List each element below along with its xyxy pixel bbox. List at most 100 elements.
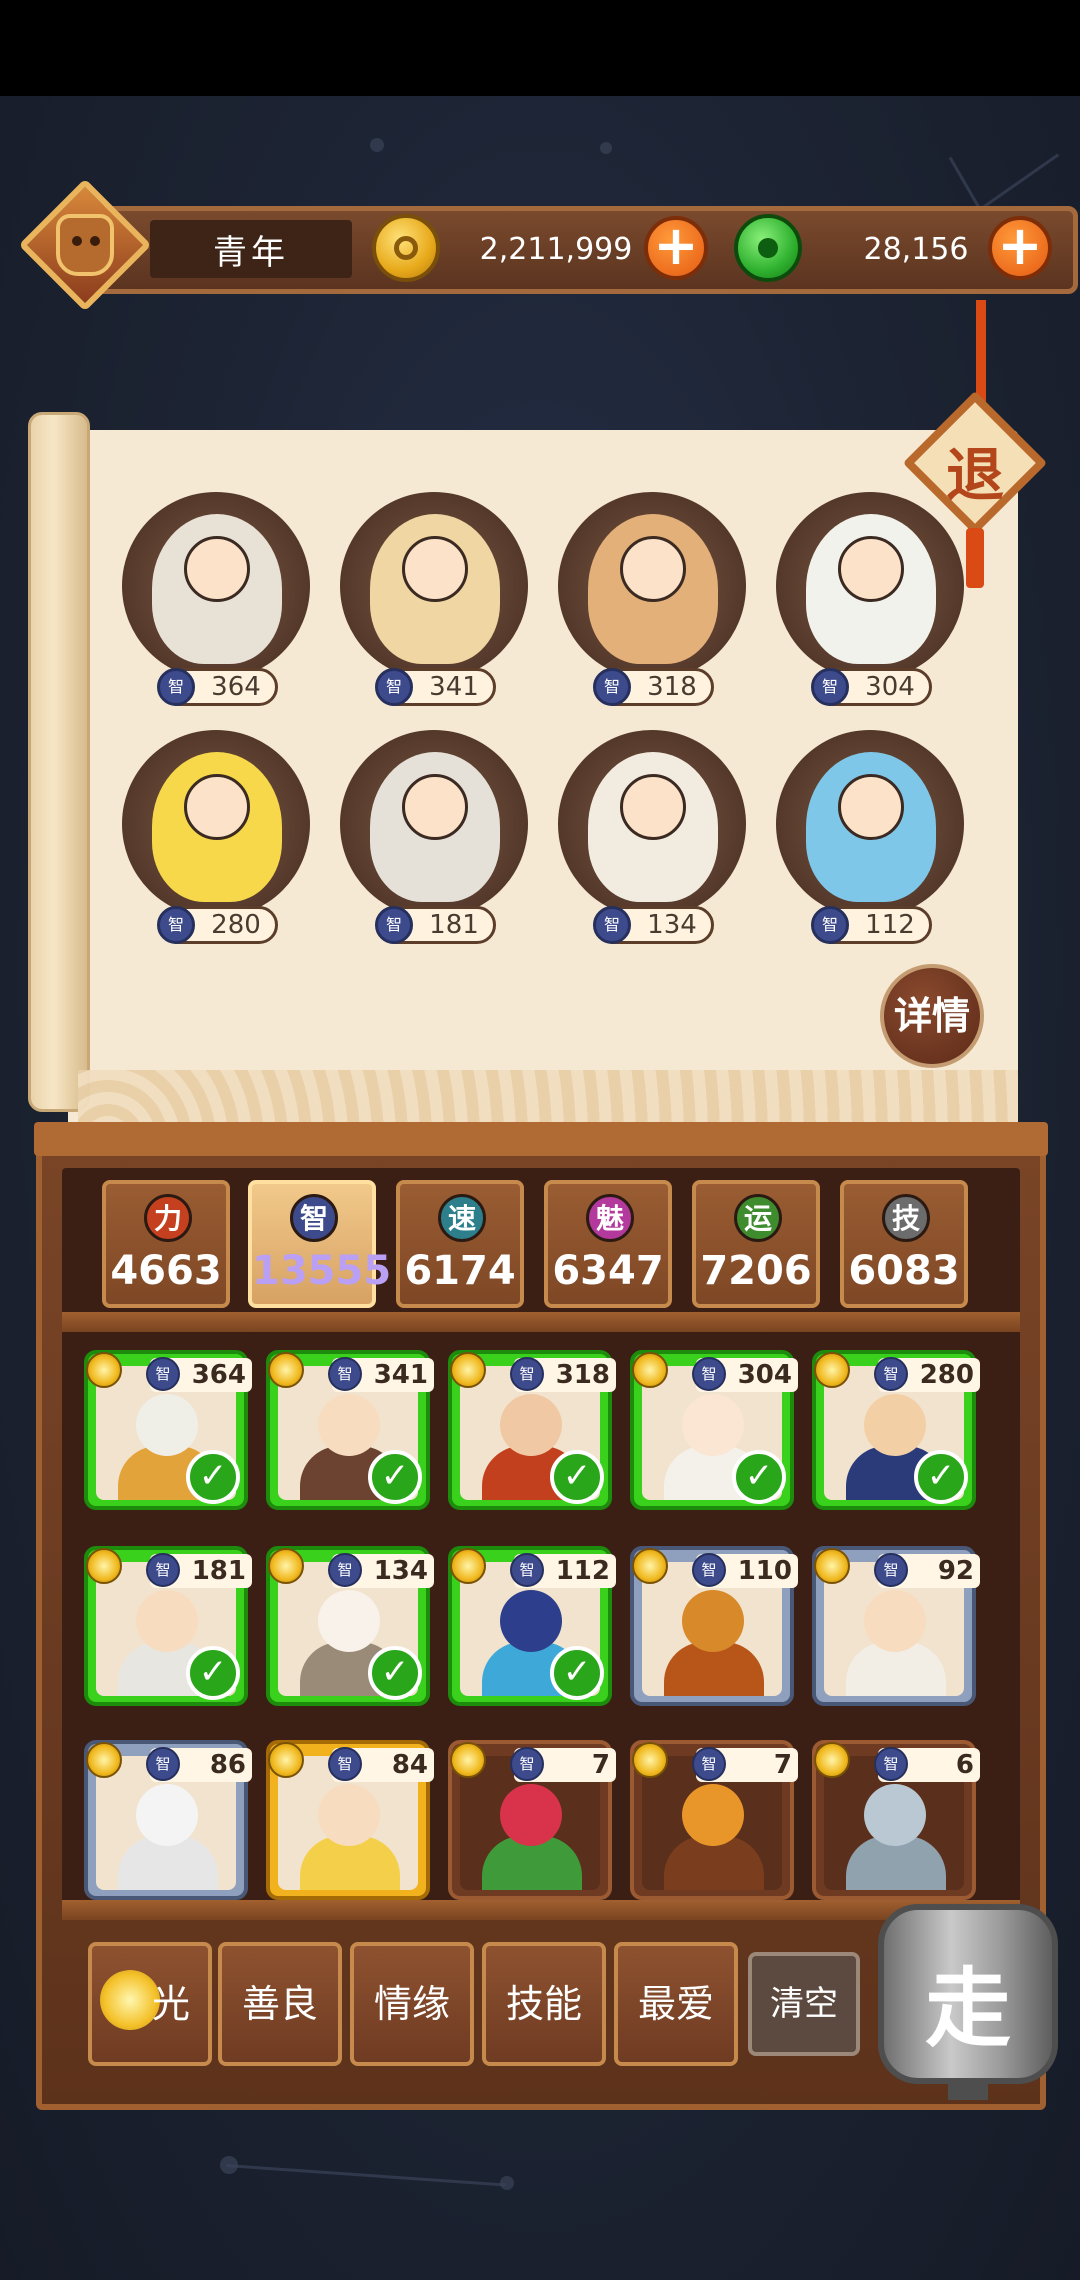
stat-total: 4663 [110,1248,222,1294]
jade-icon [734,214,802,282]
character-stat-value: 341 [373,1360,428,1390]
wisdom-icon: 智 [811,668,849,706]
character-card[interactable]: 智 280 ✓ [812,1350,980,1510]
hero-stat-value: 318 [647,672,697,702]
character-card[interactable]: 智7 [448,1740,616,1900]
character-card[interactable]: 智6 [812,1740,980,1900]
wisdom-icon: 智 [593,906,631,944]
currency-header: 青年 2,211,999 + 28,156 + [18,178,1078,312]
exit-button[interactable]: 退 [902,390,1048,588]
team-hero[interactable]: 智 364 [118,492,318,732]
character-stat-tag: 智6 [874,1747,980,1782]
character-stat-value: 181 [191,1556,246,1586]
team-hero[interactable]: 智 181 [336,730,536,970]
wisdom-icon: 智 [692,1357,726,1391]
character-card[interactable]: 智7 [630,1740,798,1900]
character-card[interactable]: 智 84 [266,1740,434,1900]
team-hero[interactable]: 智 304 [772,492,972,732]
character-stat-tag: 智 318 [510,1357,616,1392]
stat-tab[interactable]: 魅 6347 [544,1180,672,1308]
filter-light-button[interactable]: 光 [88,1942,212,2066]
team-hero[interactable]: 智 134 [554,730,754,970]
character-stat-value: 304 [737,1360,792,1390]
plus-icon: + [997,214,1043,277]
hero-stat-value: 304 [865,672,915,702]
wisdom-icon: 智 [146,1357,180,1391]
team-hero[interactable]: 智 280 [118,730,318,970]
selected-team-scroll: 智 364 智 341 智 318 智 304 智 280 智 181 智 134 智 112 [28,412,1018,1132]
character-card[interactable]: 智 112 ✓ [448,1546,616,1706]
stat-tab[interactable]: 运 7206 [692,1180,820,1308]
filter-favorite-button[interactable]: 最爱 [614,1942,738,2066]
character-card[interactable]: 智 341 ✓ [266,1350,434,1510]
character-stat-value: 112 [555,1556,610,1586]
details-button[interactable]: 详情 [880,964,984,1068]
character-card[interactable]: 智 92 [812,1546,980,1706]
player-avatar[interactable] [18,178,152,312]
hero-stat-value: 364 [211,672,261,702]
hero-stat-badge: 智 341 [375,668,496,706]
stat-total: 6083 [848,1248,960,1294]
character-stat-tag: 智 181 [146,1553,252,1588]
wisdom-icon: 智 [157,668,195,706]
add-coins-button[interactable]: + [644,216,708,280]
clear-selection-button[interactable]: 清空 [748,1952,860,2056]
wisdom-icon: 智 [328,1747,362,1781]
hero-stat-value: 341 [429,672,479,702]
go-button[interactable]: 走 [878,1904,1058,2100]
hero-stat-value: 134 [647,910,697,940]
shelf-divider [62,1900,1020,1920]
team-hero[interactable]: 智 112 [772,730,972,970]
wisdom-icon: 智 [146,1553,180,1587]
stat-tab[interactable]: 智 13555 [248,1180,392,1308]
character-stat-tag: 智 92 [874,1553,980,1588]
character-card[interactable]: 智 181 ✓ [84,1546,252,1706]
character-stat-tag: 智 134 [328,1553,434,1588]
hero-face [838,536,904,602]
hero-stat-badge: 智 280 [157,906,278,944]
character-stat-value: 84 [391,1750,428,1780]
exit-label: 退 [945,441,1004,509]
checkmark-icon: ✓ [186,1450,240,1504]
player-level-title: 青年 [150,220,352,278]
filter-romance-button[interactable]: 情缘 [350,1942,474,2066]
character-card[interactable]: 智 304 ✓ [630,1350,798,1510]
stat-icon: 力 [144,1194,192,1242]
team-hero[interactable]: 智 341 [336,492,536,732]
wisdom-icon: 智 [874,1357,908,1391]
stat-tab[interactable]: 技 6083 [840,1180,968,1308]
character-card[interactable]: 智 134 ✓ [266,1546,434,1706]
team-hero[interactable]: 智 318 [554,492,754,732]
hero-face [838,774,904,840]
light-icon [450,1352,486,1388]
hero-face [184,774,250,840]
cabinet-top-rail [34,1122,1048,1156]
character-stat-value: 86 [209,1750,246,1780]
character-stat-tag: 智 341 [328,1357,434,1392]
scroll-roll [28,412,90,1112]
wisdom-icon: 智 [375,668,413,706]
light-icon [632,1742,668,1778]
plus-icon: + [653,214,699,277]
stat-tab[interactable]: 速 6174 [396,1180,524,1308]
character-card[interactable]: 智 110 [630,1546,798,1706]
character-stat-value: 318 [555,1360,610,1390]
character-card[interactable]: 智 364 ✓ [84,1350,252,1510]
coin-amount: 2,211,999 [479,231,633,267]
filter-skill-button[interactable]: 技能 [482,1942,606,2066]
stat-total: 13555 [252,1248,392,1294]
filter-light-label: 光 [152,1982,191,2026]
character-stat-value: 280 [919,1360,974,1390]
light-icon [268,1548,304,1584]
shelf-divider [62,1312,1020,1332]
hero-stat-badge: 智 134 [593,906,714,944]
filter-kind-button[interactable]: 善良 [218,1942,342,2066]
character-card[interactable]: 智 86 [84,1740,252,1900]
light-icon [450,1742,486,1778]
stat-tab[interactable]: 力 4663 [102,1180,230,1308]
light-icon [814,1742,850,1778]
light-icon [86,1352,122,1388]
character-stat-tag: 智7 [692,1747,798,1782]
character-card[interactable]: 智 318 ✓ [448,1350,616,1510]
add-jade-button[interactable]: + [988,216,1052,280]
